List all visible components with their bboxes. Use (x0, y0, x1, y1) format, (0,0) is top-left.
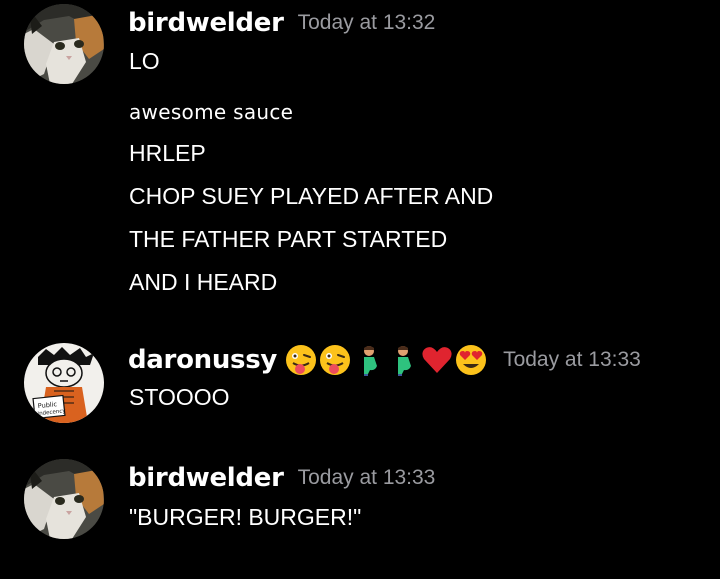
avatar[interactable] (24, 459, 104, 539)
message-text: STOOOO (129, 384, 230, 410)
drawing-avatar-icon: Public indecency (24, 343, 104, 423)
message-header: birdwelder Today at 13:32 (128, 8, 435, 42)
timestamp[interactable]: Today at 13:33 (503, 348, 641, 371)
message-text: THE FATHER PART STARTED (129, 226, 448, 252)
timestamp[interactable]: Today at 13:33 (298, 466, 436, 489)
message-header: daronussy Today at 13:33 (128, 344, 641, 378)
message-text: HRLEP (129, 140, 206, 166)
zany-face-emoji-icon (319, 344, 351, 376)
cat-avatar-icon (24, 4, 104, 84)
heart-eyes-emoji-icon (455, 344, 487, 376)
username-emojis (285, 344, 489, 376)
pregnant-man-emoji-icon (353, 344, 385, 376)
username[interactable]: birdwelder (128, 463, 284, 493)
pregnant-man-emoji-icon (387, 344, 419, 376)
username[interactable]: daronussy (128, 345, 277, 375)
username[interactable]: birdwelder (128, 8, 284, 38)
message-header: birdwelder Today at 13:33 (128, 463, 435, 497)
message-text: AND I HEARD (129, 269, 278, 295)
cat-avatar-icon (24, 459, 104, 539)
message-text: CHOP SUEY PLAYED AFTER AND (129, 183, 494, 209)
message-text: awesome sauce (129, 100, 294, 124)
avatar[interactable] (24, 4, 104, 84)
timestamp[interactable]: Today at 13:32 (298, 11, 436, 34)
message-text: LO (129, 48, 160, 74)
chat-messages: birdwelder Today at 13:32 LO awesome sauc… (0, 0, 720, 579)
avatar[interactable]: Public indecency (24, 343, 104, 423)
zany-face-emoji-icon (285, 344, 317, 376)
red-heart-emoji-icon (421, 344, 453, 376)
message-text: "BURGER! BURGER!" (129, 504, 362, 530)
